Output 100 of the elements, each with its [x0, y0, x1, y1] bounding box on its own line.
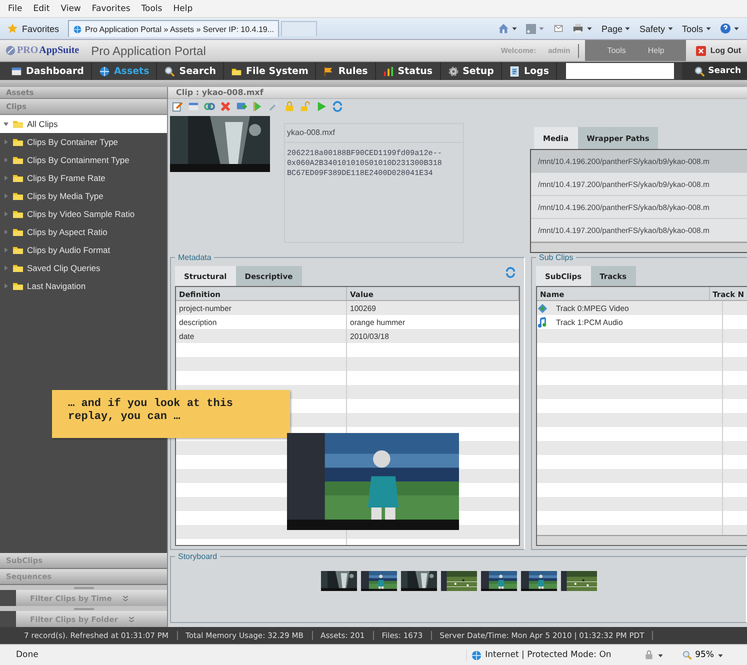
caption-callout: … and if you look at this replay, you can …	[52, 390, 290, 438]
help-icon	[720, 23, 731, 34]
printer-icon	[572, 23, 584, 34]
refresh-icon	[332, 100, 343, 112]
monitor-icon	[236, 100, 247, 112]
tree-item[interactable]: Clips By Container Type	[0, 133, 167, 151]
folder-icon	[12, 280, 24, 292]
search-icon	[164, 66, 176, 76]
document-icon	[508, 66, 520, 76]
caret-icon	[3, 139, 9, 145]
menu-item[interactable]: Help	[173, 4, 193, 14]
toolbar-button[interactable]	[188, 100, 199, 112]
refresh-button[interactable]	[505, 267, 516, 278]
search-button[interactable]: Search	[682, 62, 747, 80]
window-icon	[11, 66, 22, 76]
edit-icon	[172, 100, 183, 112]
toolbar-button[interactable]	[300, 100, 311, 112]
globe-icon	[73, 24, 82, 34]
caret-icon	[586, 25, 594, 32]
folder-icon	[12, 190, 24, 202]
tree-item[interactable]: Clips by Aspect Ratio	[0, 223, 167, 241]
folder-icon	[12, 262, 24, 274]
refresh-icon	[505, 267, 516, 278]
unlock-icon	[300, 100, 311, 112]
tree-item[interactable]: All Clips	[0, 115, 167, 133]
globe-icon	[98, 66, 110, 76]
browser-tab[interactable]: Pro Application Portal » Assets » Server IP: 10.4.19...	[68, 20, 280, 37]
caret-icon	[733, 25, 740, 32]
command-button[interactable]: Safety	[636, 22, 677, 34]
tree-item[interactable]: Clips By Frame Rate	[0, 169, 167, 187]
caret-icon	[705, 25, 712, 32]
menu-item[interactable]: Favorites	[92, 4, 130, 14]
logo-text: AppSuite	[39, 45, 80, 56]
command-button[interactable]: Page	[598, 22, 634, 34]
toolbar-button[interactable]	[316, 100, 327, 112]
toolbar-button[interactable]	[236, 100, 247, 112]
gear-icon	[448, 66, 459, 76]
tree-item[interactable]: Saved Clip Queries	[0, 259, 167, 277]
caret-icon	[717, 652, 724, 658]
menu-item[interactable]: Edit	[33, 4, 50, 14]
caret-icon	[624, 25, 632, 32]
status-text: Done	[15, 650, 38, 660]
panel-title: Sub Clips	[538, 253, 574, 262]
panel-title: Storyboard	[177, 552, 218, 561]
folder-icon	[12, 208, 24, 220]
zone-text: Internet | Protected Mode: On	[485, 650, 612, 660]
caret-icon	[666, 25, 674, 32]
toolbar-button[interactable]	[220, 100, 231, 112]
close-icon	[696, 46, 706, 56]
logo-text: PRO	[17, 45, 38, 56]
wand-icon	[268, 100, 279, 112]
caret-icon	[3, 175, 9, 181]
chevron-icon	[128, 616, 135, 622]
toolbar-button[interactable]	[284, 100, 295, 112]
lock-icon	[644, 650, 654, 660]
search-field[interactable]	[566, 63, 674, 79]
scrollbar[interactable]	[537, 535, 747, 545]
folder-icon	[12, 118, 24, 130]
search-icon	[682, 650, 692, 660]
home-icon	[498, 23, 510, 34]
caret-icon	[3, 157, 9, 163]
tree-item[interactable]: Clips by Media Type	[0, 187, 167, 205]
star-icon	[7, 23, 18, 34]
caret-icon	[657, 652, 664, 658]
panel-title: Metadata	[177, 253, 212, 262]
window-icon	[188, 100, 199, 112]
app-title: Pro Application Portal	[91, 44, 206, 58]
tree-item[interactable]: Clips By Containment Type	[0, 151, 167, 169]
folder-icon	[12, 136, 24, 148]
folder-icon	[12, 154, 24, 166]
favorites-button[interactable]: Favorites	[4, 22, 62, 35]
clip-title: Clip : ykao-008.mxf	[168, 87, 747, 99]
new-tab-button[interactable]	[281, 21, 318, 36]
toolbar-button[interactable]	[252, 100, 263, 112]
scrollbar[interactable]	[531, 242, 747, 252]
logo-icon	[5, 45, 16, 56]
caret-icon	[3, 211, 9, 217]
toolbar-button[interactable]	[204, 100, 215, 112]
caret-icon	[511, 25, 518, 32]
diamond-icon	[537, 302, 548, 314]
toolbar-button[interactable]	[268, 100, 279, 112]
toolbar-button[interactable]	[332, 100, 343, 112]
delete-icon	[220, 100, 231, 112]
caret-icon	[538, 25, 546, 32]
logout-button[interactable]: Log Out	[686, 46, 747, 56]
command-button[interactable]: Tools	[678, 22, 715, 34]
folder-icon	[12, 244, 24, 256]
tree-item[interactable]: Clips by Audio Format	[0, 241, 167, 259]
menu-item[interactable]: Tools	[141, 4, 162, 14]
tree-item[interactable]: Last Navigation	[0, 277, 167, 295]
bars-icon	[382, 66, 394, 76]
menu-item[interactable]: File	[8, 4, 22, 14]
mail-icon	[553, 24, 564, 33]
caret-icon	[3, 247, 9, 253]
clip-name: ykao-008.mxf	[285, 124, 463, 143]
menu-item[interactable]: View	[60, 4, 81, 14]
tree-item[interactable]: Clips by Video Sample Ratio	[0, 205, 167, 223]
caret-icon	[3, 121, 9, 127]
toolbar-button[interactable]	[172, 100, 183, 112]
zoom-button[interactable]: 95%	[679, 650, 727, 660]
